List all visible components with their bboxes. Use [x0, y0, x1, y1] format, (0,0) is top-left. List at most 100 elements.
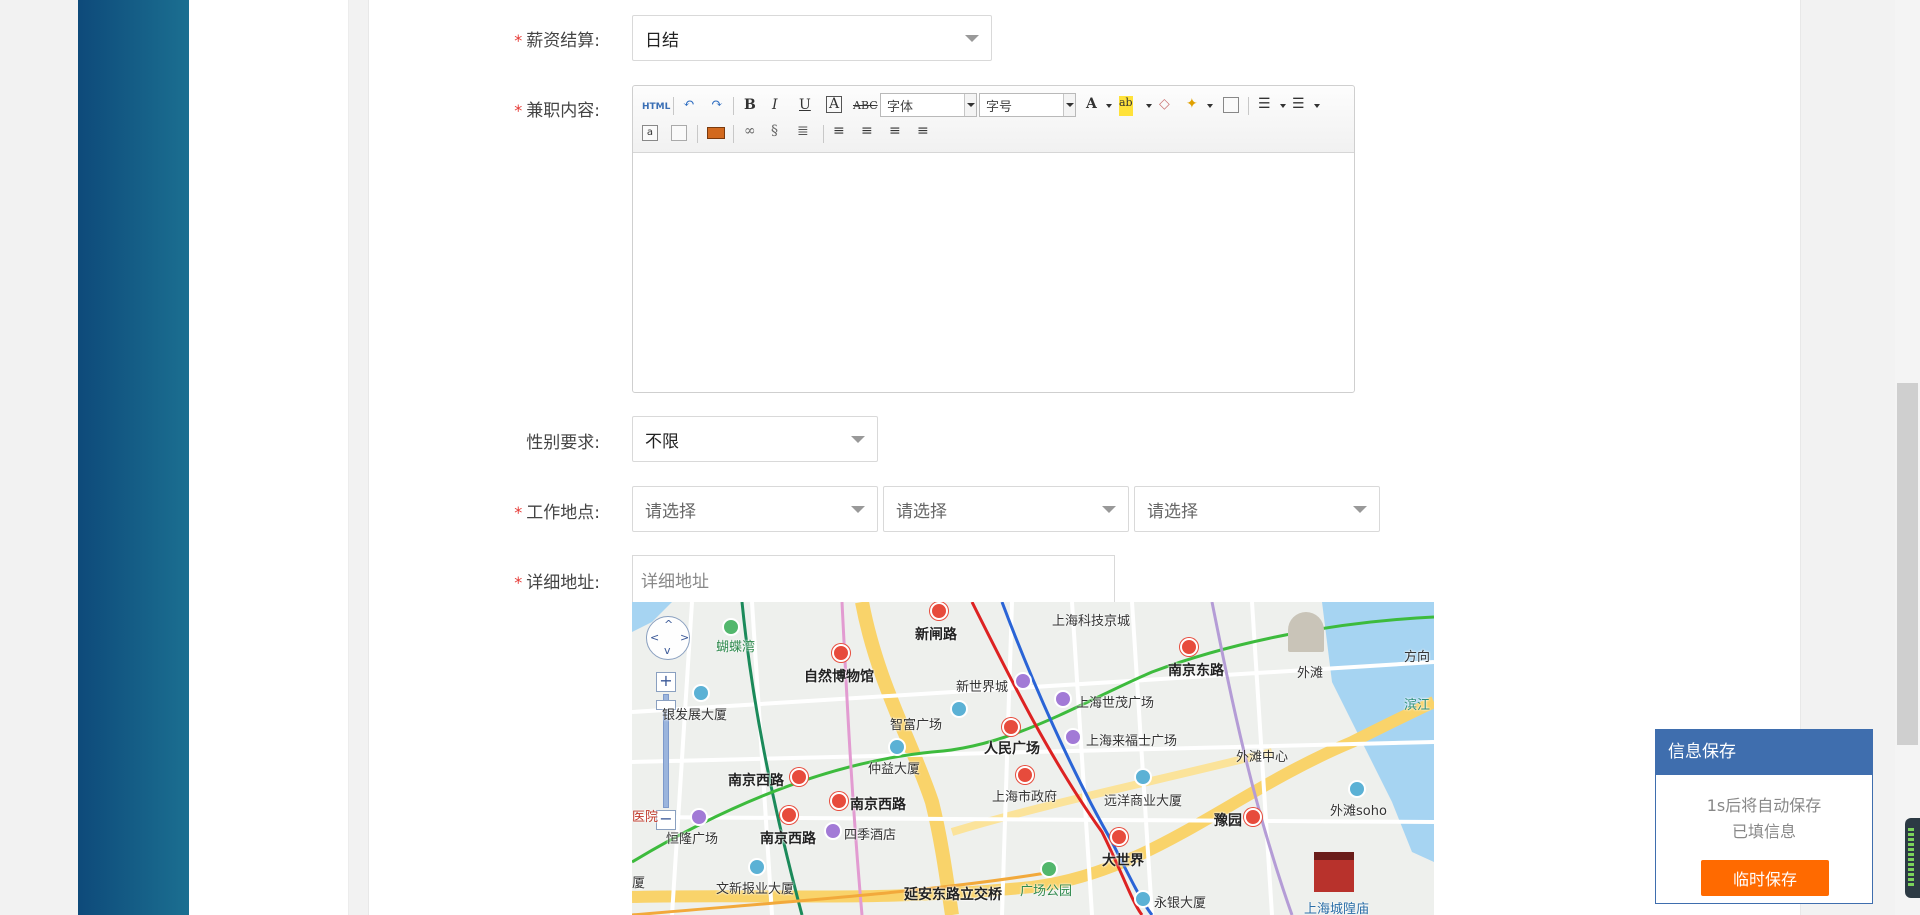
bold-icon[interactable]: B: [744, 96, 756, 116]
font-family-select[interactable]: 字体: [880, 93, 977, 117]
bund-landmark-icon[interactable]: [1288, 612, 1324, 652]
map-label: 大世界: [1102, 853, 1144, 869]
shop-marker[interactable]: [1014, 672, 1032, 690]
chevron-down-icon: [1280, 104, 1286, 108]
redo-icon[interactable]: ↷: [711, 95, 723, 115]
building-marker[interactable]: [748, 858, 766, 876]
html-source-button[interactable]: HTML: [642, 98, 670, 118]
building-marker[interactable]: [950, 700, 968, 718]
map-label: 南京东路: [1168, 663, 1224, 679]
metro-marker[interactable]: [1110, 828, 1128, 846]
map-label: 南京西路: [760, 831, 816, 847]
font-size-select[interactable]: 字号: [979, 93, 1076, 117]
anchor-icon[interactable]: a: [642, 125, 658, 141]
eraser-icon[interactable]: ◇: [1159, 95, 1170, 115]
chevron-down-icon: [1146, 104, 1152, 108]
salary-settle-select[interactable]: 日结: [632, 15, 992, 61]
metro-marker[interactable]: [790, 768, 808, 786]
font-color-icon[interactable]: A: [1086, 95, 1097, 115]
toolbar-divider: [733, 97, 734, 115]
shop-marker[interactable]: [1064, 728, 1082, 746]
building-marker[interactable]: [1348, 780, 1366, 798]
magic-wand-icon[interactable]: ✦: [1186, 95, 1198, 115]
map-label: 银发展大厦: [662, 708, 728, 723]
map-label: 方向: [1404, 650, 1431, 665]
strikethrough-icon[interactable]: ABC: [853, 97, 878, 117]
save-panel-title: 信息保存: [1656, 730, 1872, 775]
shop-marker[interactable]: [824, 822, 842, 840]
insert-table-icon[interactable]: ≣: [797, 122, 809, 142]
scrollbar-thumb[interactable]: [1897, 383, 1918, 745]
building-marker[interactable]: [888, 738, 906, 756]
page-scrollbar[interactable]: [1895, 0, 1920, 915]
pan-left-icon[interactable]: <: [650, 631, 659, 644]
landmark-marker[interactable]: [1016, 766, 1034, 784]
map-label: 永银大厦: [1154, 896, 1207, 911]
map-label: 上海科技京城: [1052, 614, 1131, 629]
map-label: 上海城隍庙: [1304, 902, 1370, 915]
new-page-icon[interactable]: [671, 125, 687, 141]
map-label: 恒隆广场: [666, 832, 719, 847]
shop-marker[interactable]: [1054, 690, 1072, 708]
metro-marker[interactable]: [830, 792, 848, 810]
chevron-down-icon: [1314, 104, 1320, 108]
pan-right-icon[interactable]: >: [680, 631, 689, 644]
metro-marker[interactable]: [1002, 718, 1020, 736]
map-label: 智富广场: [890, 718, 943, 733]
underline-icon[interactable]: U: [799, 96, 811, 116]
temple-landmark-icon[interactable]: [1314, 852, 1354, 892]
italic-icon[interactable]: I: [772, 96, 778, 116]
building-marker[interactable]: [1134, 768, 1152, 786]
paste-text-icon[interactable]: [1223, 97, 1239, 113]
map-label: 自然博物馆: [804, 669, 874, 685]
map-label: 滨江: [1404, 698, 1431, 713]
unordered-list-icon[interactable]: ☰: [1292, 95, 1305, 115]
province-select[interactable]: 请选择: [632, 486, 878, 532]
chevron-down-icon: [851, 436, 865, 443]
map-label: 外滩中心: [1236, 750, 1289, 765]
zoom-out-button[interactable]: −: [656, 810, 676, 830]
park-marker[interactable]: [1040, 860, 1058, 878]
shop-marker[interactable]: [690, 808, 708, 826]
building-marker[interactable]: [1134, 890, 1152, 908]
image-icon[interactable]: [707, 127, 725, 139]
park-marker[interactable]: [722, 618, 740, 636]
map-label: 新闸路: [915, 627, 957, 643]
highlight-icon[interactable]: ab: [1119, 96, 1133, 116]
toolbar-divider: [733, 125, 734, 143]
align-right-icon[interactable]: ≡: [889, 122, 901, 142]
info-save-panel: 信息保存 1s后将自动保存 已填信息 临时保存: [1655, 729, 1873, 904]
chevron-down-icon: [1207, 104, 1213, 108]
district-select[interactable]: 请选择: [1134, 486, 1380, 532]
metro-marker[interactable]: [780, 806, 798, 824]
metro-marker[interactable]: [930, 602, 948, 620]
temp-save-button[interactable]: 临时保存: [1701, 860, 1829, 896]
align-center-icon[interactable]: ≡: [861, 122, 873, 142]
zoom-in-button[interactable]: +: [656, 672, 676, 692]
salary-settle-label: * 薪资结算:: [514, 31, 600, 51]
city-select[interactable]: 请选择: [883, 486, 1129, 532]
map-label: 医院: [632, 810, 659, 825]
align-justify-icon[interactable]: ≡: [917, 122, 929, 142]
building-marker[interactable]: [692, 684, 710, 702]
undo-icon[interactable]: ↶: [683, 95, 695, 115]
align-left-icon[interactable]: ≡: [833, 122, 845, 142]
editor-content-area[interactable]: [633, 153, 1354, 392]
link-icon[interactable]: ∞: [744, 122, 756, 142]
map-view[interactable]: ^ < > v + − 蝴蝶湾 新闸路 上海科技京城 南京东路 外滩 方向 滨江…: [632, 602, 1434, 915]
left-blank-column: [189, 0, 349, 915]
map-pan-control[interactable]: ^ < > v: [646, 616, 690, 660]
address-input[interactable]: 详细地址: [632, 555, 1115, 603]
gender-select[interactable]: 不限: [632, 416, 878, 462]
metro-marker[interactable]: [1180, 638, 1198, 656]
pan-up-icon[interactable]: ^: [664, 618, 673, 631]
ordered-list-icon[interactable]: ☰: [1258, 95, 1271, 115]
map-label: 外滩: [1297, 666, 1324, 681]
metro-marker[interactable]: [1244, 808, 1262, 826]
pan-down-icon[interactable]: v: [664, 644, 671, 657]
toolbar-divider: [1248, 97, 1249, 115]
metro-marker[interactable]: [832, 644, 850, 662]
address-label: * 详细地址:: [514, 573, 600, 593]
unlink-icon[interactable]: §: [771, 122, 778, 142]
font-border-icon[interactable]: A: [826, 96, 843, 113]
